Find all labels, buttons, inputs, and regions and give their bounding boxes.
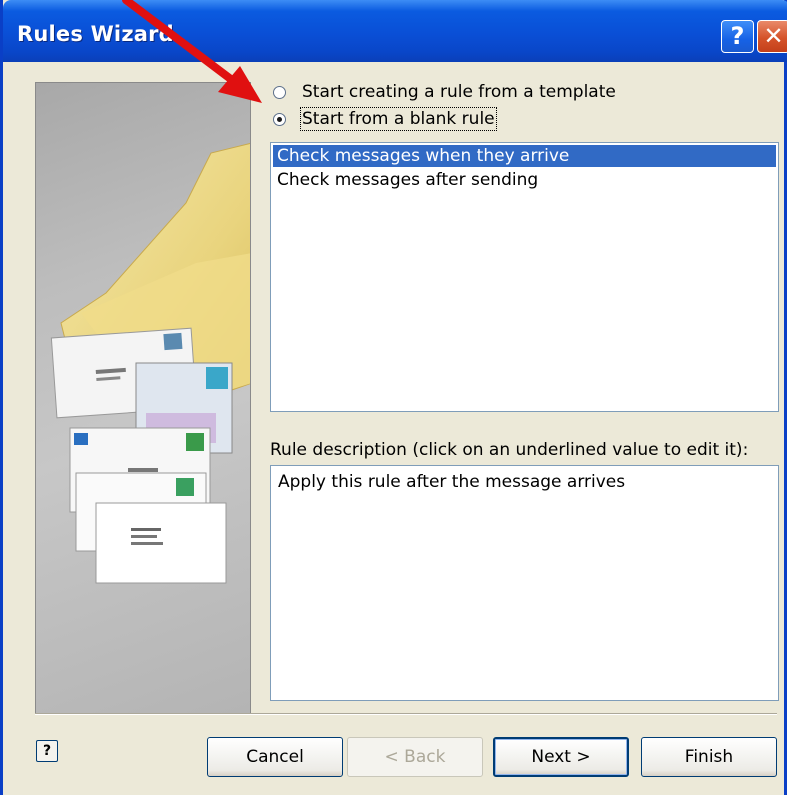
back-button[interactable]: < Back bbox=[347, 737, 483, 777]
footer-help-button[interactable]: ? bbox=[36, 740, 58, 762]
window-title: Rules Wizard bbox=[17, 22, 174, 46]
radio-blank[interactable] bbox=[273, 113, 286, 126]
question-mark-icon: ? bbox=[42, 743, 52, 759]
radio-template-label[interactable]: Start creating a rule from a template bbox=[302, 82, 616, 102]
list-item[interactable]: Check messages after sending bbox=[273, 169, 776, 191]
list-item[interactable]: Check messages when they arrive bbox=[273, 145, 776, 167]
radio-blank-label[interactable]: Start from a blank rule bbox=[300, 107, 497, 131]
next-button[interactable]: Next > bbox=[493, 737, 629, 777]
question-mark-icon: ? bbox=[730, 22, 745, 50]
cancel-button[interactable]: Cancel bbox=[207, 737, 343, 777]
title-bar[interactable]: Rules Wizard ? ✕ bbox=[3, 0, 787, 62]
close-button[interactable]: ✕ bbox=[757, 20, 787, 53]
footer-divider bbox=[35, 713, 777, 715]
rules-wizard-dialog: Rules Wizard ? ✕ Start creating a rule f… bbox=[0, 0, 787, 795]
close-icon: ✕ bbox=[763, 22, 784, 50]
folder-and-envelopes-graphic bbox=[50, 142, 250, 584]
help-button[interactable]: ? bbox=[721, 20, 754, 53]
rule-type-list[interactable]: Check messages when they arrive Check me… bbox=[270, 142, 779, 412]
rule-description-box[interactable]: Apply this rule after the message arrive… bbox=[270, 465, 779, 701]
rule-description-label: Rule description (click on an underlined… bbox=[270, 440, 749, 460]
finish-button[interactable]: Finish bbox=[641, 737, 777, 777]
envelope-5 bbox=[95, 502, 227, 584]
rule-description-text: Apply this rule after the message arrive… bbox=[278, 472, 626, 492]
wizard-illustration bbox=[35, 82, 251, 714]
radio-template[interactable] bbox=[273, 86, 286, 99]
